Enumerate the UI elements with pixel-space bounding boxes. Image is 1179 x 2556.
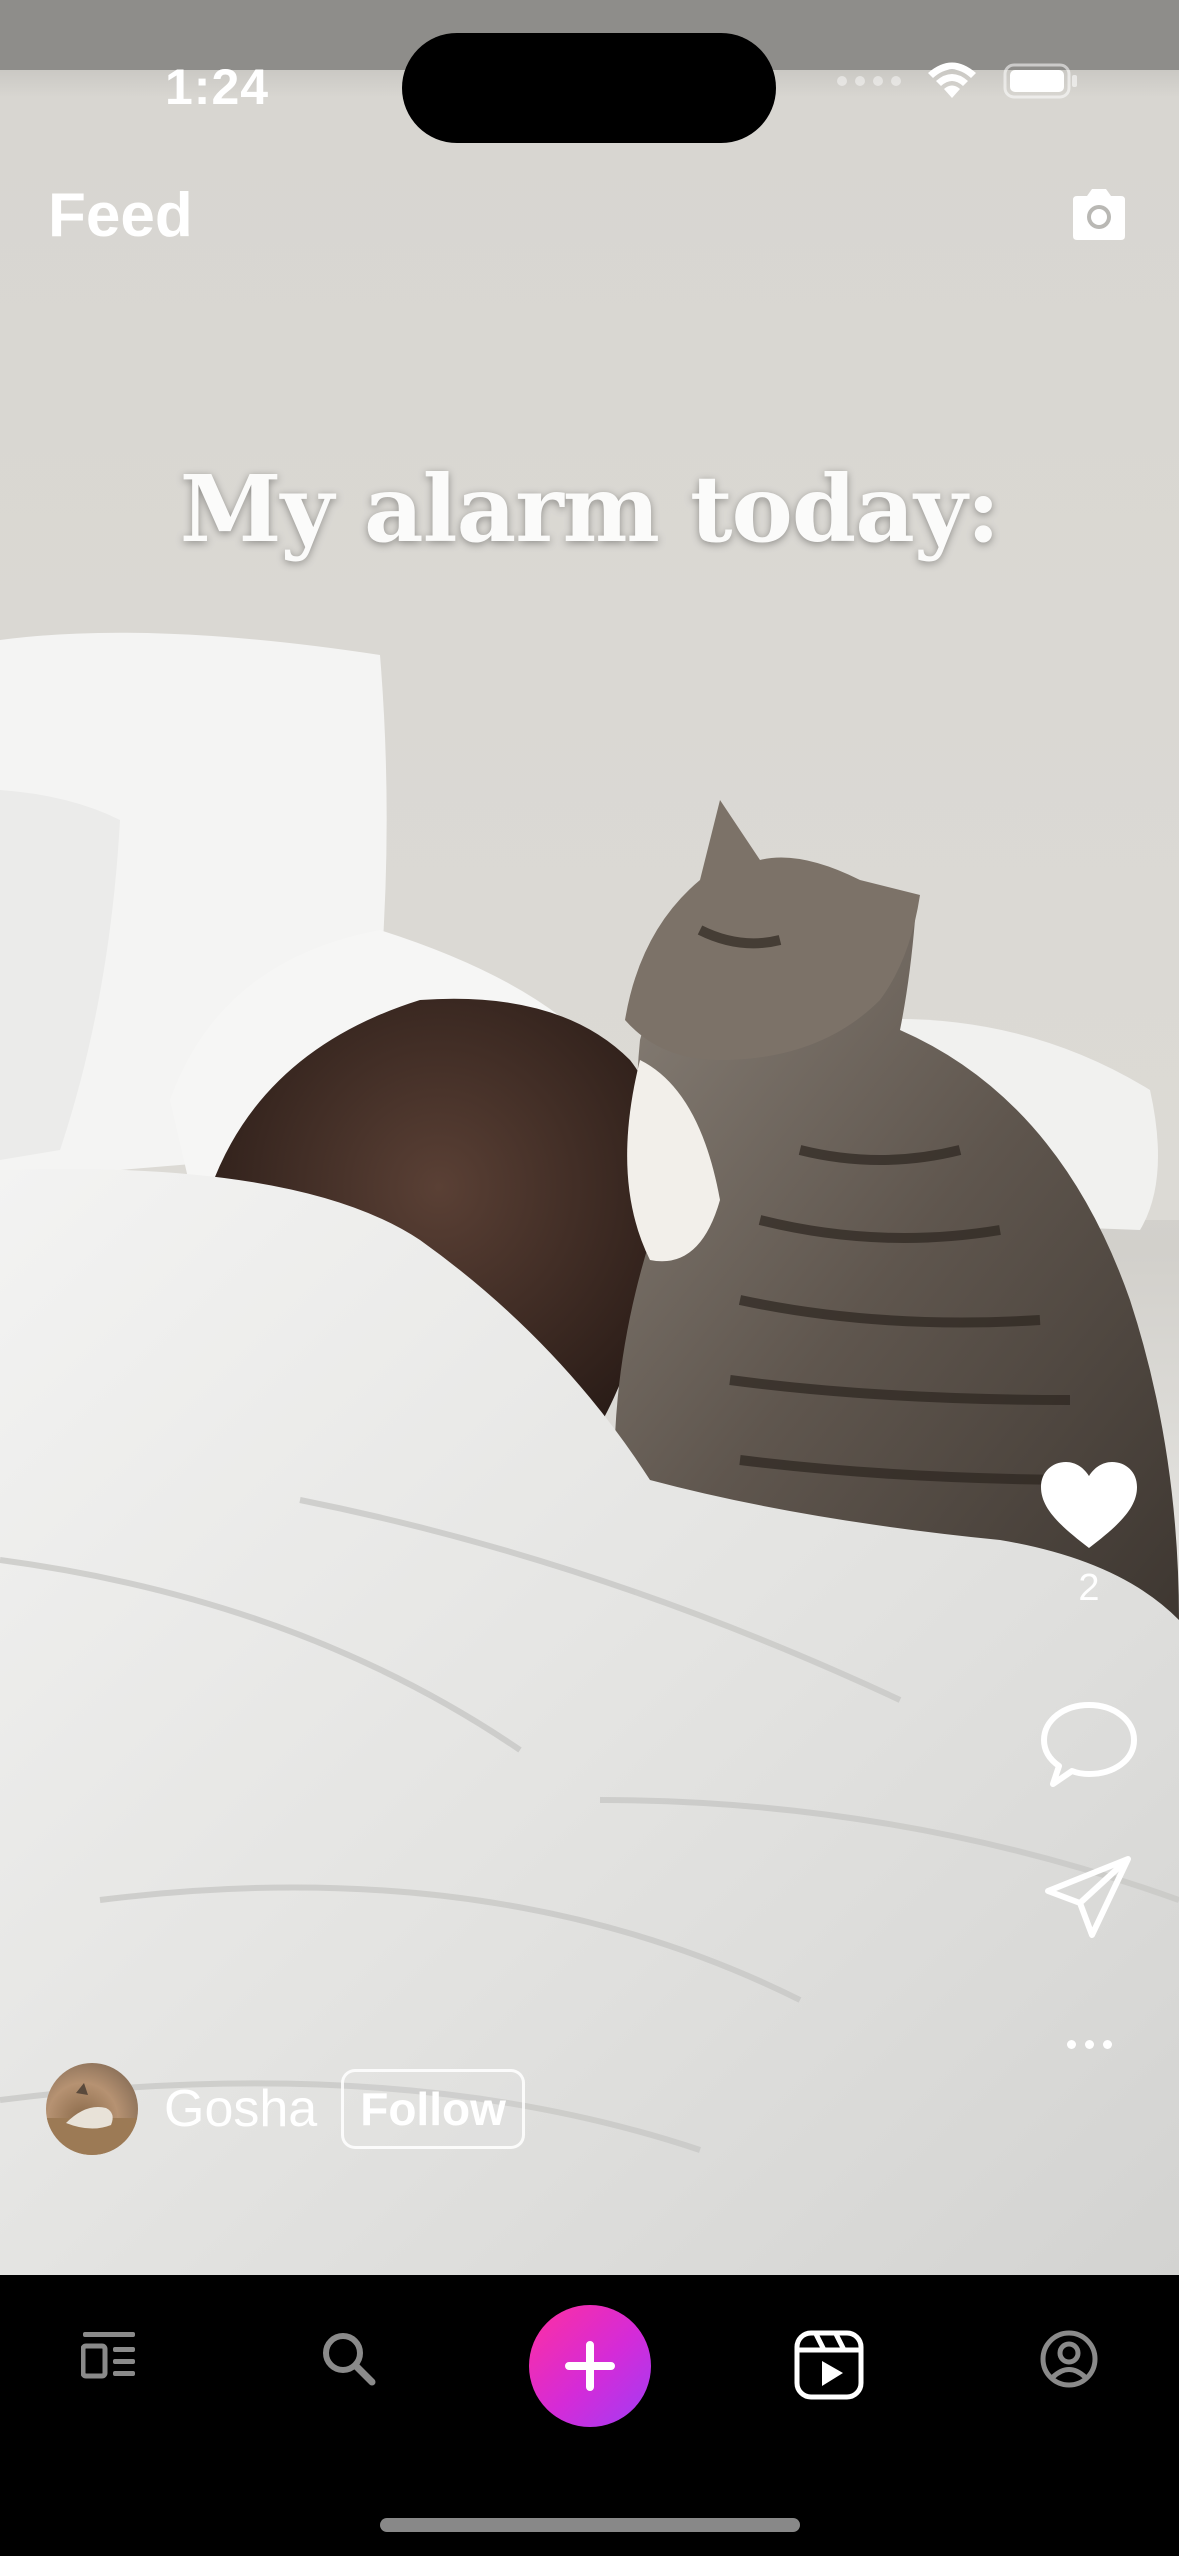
search-icon <box>323 2333 376 2386</box>
follow-button[interactable]: Follow <box>341 2069 525 2149</box>
share-icon <box>1045 1856 1131 1938</box>
profile-icon <box>1040 2330 1098 2388</box>
tab-create[interactable] <box>529 2305 651 2427</box>
comment-icon <box>1041 1702 1137 1787</box>
avatar[interactable] <box>46 2063 138 2155</box>
home-indicator[interactable] <box>380 2518 800 2532</box>
author-name[interactable]: Gosha <box>164 2079 317 2139</box>
reels-icon <box>794 2330 864 2400</box>
share-button[interactable] <box>1044 1855 1134 1944</box>
dynamic-island <box>402 33 776 143</box>
tab-feed[interactable] <box>80 2330 137 2385</box>
tab-profile[interactable] <box>1040 2330 1098 2393</box>
tab-reels[interactable] <box>794 2330 864 2405</box>
comment-button[interactable] <box>1039 1700 1139 1795</box>
more-options-button[interactable] <box>1066 2024 1112 2064</box>
post-caption: My alarm today: <box>179 455 1001 563</box>
cellular-signal-icon <box>837 76 901 86</box>
wifi-icon <box>928 62 976 98</box>
page-title: Feed <box>48 181 193 250</box>
post-author: Gosha Follow <box>46 2063 525 2155</box>
video-player[interactable] <box>0 0 1179 2275</box>
status-time: 1:24 <box>165 59 270 115</box>
avatar-image <box>46 2083 138 2155</box>
camera-button[interactable] <box>1067 186 1131 242</box>
like-count: 2 <box>1078 1567 1100 1609</box>
camera-icon <box>1073 189 1125 240</box>
battery-icon <box>1003 63 1077 99</box>
heart-icon <box>1041 1462 1137 1548</box>
tab-search[interactable] <box>320 2330 376 2391</box>
create-icon <box>565 2341 615 2391</box>
like-button[interactable] <box>1039 1460 1139 1557</box>
more-icon <box>1066 2039 1076 2049</box>
feed-icon <box>80 2332 135 2379</box>
status-indicators <box>837 62 1079 100</box>
action-rail: 2 <box>1039 1460 1139 2064</box>
screen: 1:24 Feed My alarm today: 2 Gosha Follow <box>0 0 1179 2556</box>
video-frame <box>0 0 1179 2275</box>
